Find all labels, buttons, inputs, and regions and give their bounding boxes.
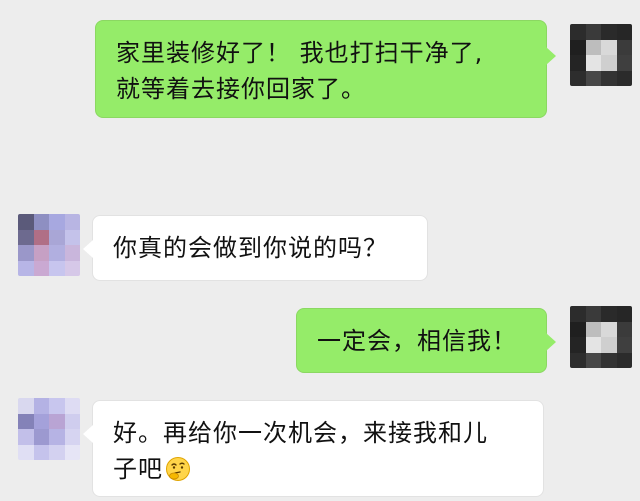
message-bubble-incoming[interactable]: 你真的会做到你说的吗？: [83, 215, 428, 281]
message-text-line: 就等着去接你回家了。: [116, 75, 366, 103]
thinking-face-emoji-icon: [166, 457, 190, 481]
message-text-line-with-emoji: 子吧: [113, 451, 527, 487]
contact-avatar[interactable]: [18, 214, 80, 276]
message-text-line: 子吧: [113, 455, 163, 483]
message-text-line: 一定会，相信我！: [317, 327, 517, 355]
bubble-tail: [83, 425, 93, 443]
contact-avatar[interactable]: [18, 398, 80, 460]
bubble-tail: [83, 240, 93, 258]
message-bubble-outgoing[interactable]: 家里装修好了！ 我也打扫干净了, 就等着去接你回家了。: [95, 20, 556, 118]
message-bubble-outgoing[interactable]: 一定会，相信我！: [296, 308, 556, 373]
bubble-tail: [546, 47, 556, 65]
message-text-line: 你真的会做到你说的吗？: [113, 234, 388, 262]
message-text-line: 家里装修好了！ 我也打扫干净了,: [116, 39, 484, 67]
bubble-tail: [546, 333, 556, 351]
message-text-line: 好。再给你一次机会，来接我和儿: [113, 419, 488, 447]
my-avatar[interactable]: [570, 24, 632, 86]
chat-conversation: 家里装修好了！ 我也打扫干净了, 就等着去接你回家了。 你真的会做到你说的吗？ …: [0, 0, 640, 501]
my-avatar[interactable]: [570, 306, 632, 368]
message-bubble-incoming[interactable]: 好。再给你一次机会，来接我和儿 子吧: [83, 400, 544, 497]
